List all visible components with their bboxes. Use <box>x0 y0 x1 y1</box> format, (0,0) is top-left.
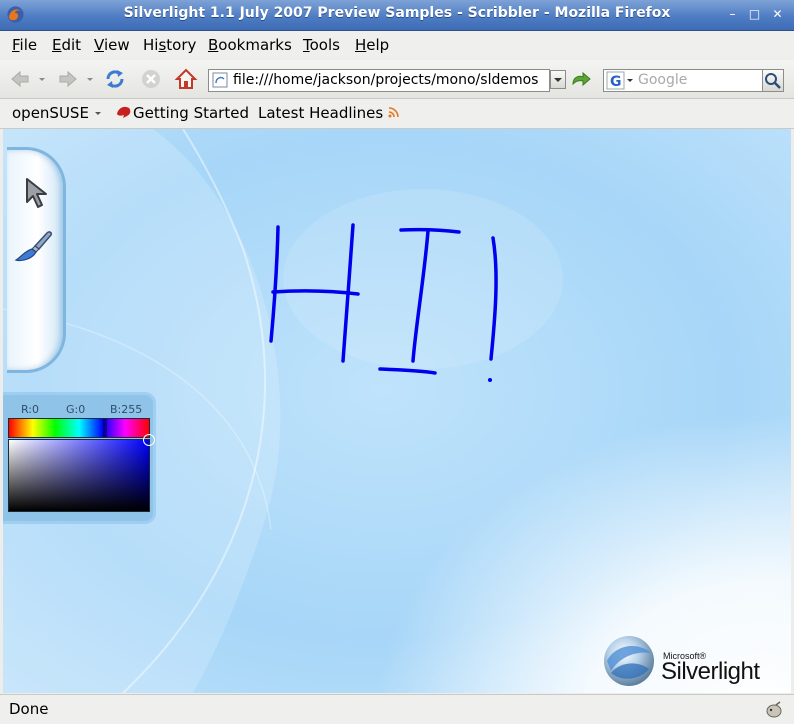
page-favicon-icon <box>212 72 228 88</box>
stop-icon[interactable] <box>139 67 163 91</box>
silverlight-orb-icon <box>604 636 654 686</box>
search-engine-selector[interactable]: G <box>606 71 636 90</box>
bookmarks-toolbar: openSUSE Getting Started Latest Headline… <box>0 99 794 129</box>
magnifier-icon <box>765 73 781 89</box>
color-picker: R:0 G:0 B:255 <box>3 395 155 521</box>
back-history-chevron-down-icon[interactable] <box>36 67 48 91</box>
saturation-value-picker[interactable] <box>8 434 155 512</box>
rss-feed-icon <box>388 107 399 118</box>
blue-value: B:255 <box>110 403 143 416</box>
menu-view[interactable]: View <box>94 36 130 54</box>
menu-bookmarks[interactable]: Bookmarks <box>208 36 292 54</box>
chevron-down-icon <box>94 112 101 115</box>
bookmark-opensuse-menu[interactable]: openSUSE <box>12 104 102 122</box>
url-bar[interactable] <box>208 69 550 92</box>
navigation-toolbar: G <box>0 60 794 99</box>
home-icon[interactable] <box>174 67 198 91</box>
go-arrow-icon[interactable] <box>570 69 592 91</box>
menu-tools[interactable]: Tools <box>303 36 340 54</box>
tool-palette <box>7 147 66 373</box>
silverlight-wordmark: Silverlight <box>661 658 760 685</box>
silverlight-logo: Microsoft® Silverlight <box>599 631 779 691</box>
back-arrow-icon[interactable] <box>8 67 32 91</box>
window-title: Silverlight 1.1 July 2007 Preview Sample… <box>123 5 671 21</box>
svg-text:G: G <box>610 74 622 90</box>
minimize-button[interactable]: – <box>724 6 741 23</box>
ink-dot <box>488 378 492 382</box>
menu-edit[interactable]: Edit <box>52 36 81 54</box>
forward-arrow-icon[interactable] <box>56 67 80 91</box>
reload-icon[interactable] <box>103 67 127 91</box>
search-button[interactable] <box>762 69 784 92</box>
hue-slider[interactable] <box>8 418 150 438</box>
chevron-down-icon <box>554 78 562 82</box>
menu-help[interactable]: Help <box>355 36 389 54</box>
url-input[interactable] <box>233 71 545 89</box>
hue-slider-thumb[interactable] <box>103 419 107 437</box>
menu-file[interactable]: File <box>12 36 37 54</box>
close-button[interactable]: ✕ <box>769 6 786 23</box>
ink-stroke <box>269 225 280 343</box>
ink-stroke <box>399 227 461 234</box>
title-bar[interactable]: Silverlight 1.1 July 2007 Preview Sample… <box>0 0 794 31</box>
menu-history[interactable]: History <box>143 36 196 54</box>
ink-stroke <box>489 236 498 361</box>
addon-status-icon[interactable] <box>765 701 783 718</box>
forward-history-chevron-down-icon[interactable] <box>84 67 96 91</box>
bookmark-getting-started[interactable]: Getting Started <box>115 104 249 122</box>
google-g-icon: G <box>606 71 633 90</box>
select-arrow-icon[interactable] <box>23 176 51 210</box>
paintbrush-icon[interactable] <box>13 230 55 264</box>
red-value: R:0 <box>21 403 40 416</box>
menu-bar: File Edit View History Bookmarks Tools H… <box>0 31 794 59</box>
firefox-bookmark-icon <box>117 106 131 118</box>
ink-stroke <box>411 229 430 363</box>
url-history-dropdown[interactable] <box>550 70 566 89</box>
bookmark-latest-headlines[interactable]: Latest Headlines <box>258 104 399 122</box>
status-text: Done <box>9 700 49 718</box>
silverlight-scribbler-canvas[interactable]: R:0 G:0 B:255 Microsoft® Silverlight <box>3 129 791 693</box>
color-picker-cursor[interactable] <box>143 434 155 446</box>
green-value: G:0 <box>66 403 86 416</box>
ink-stroke <box>271 289 360 296</box>
status-bar: Done <box>0 694 794 724</box>
maximize-button[interactable]: □ <box>746 6 763 23</box>
search-bar[interactable]: G <box>603 69 763 92</box>
ink-stroke <box>378 367 437 375</box>
search-input[interactable] <box>638 71 758 89</box>
